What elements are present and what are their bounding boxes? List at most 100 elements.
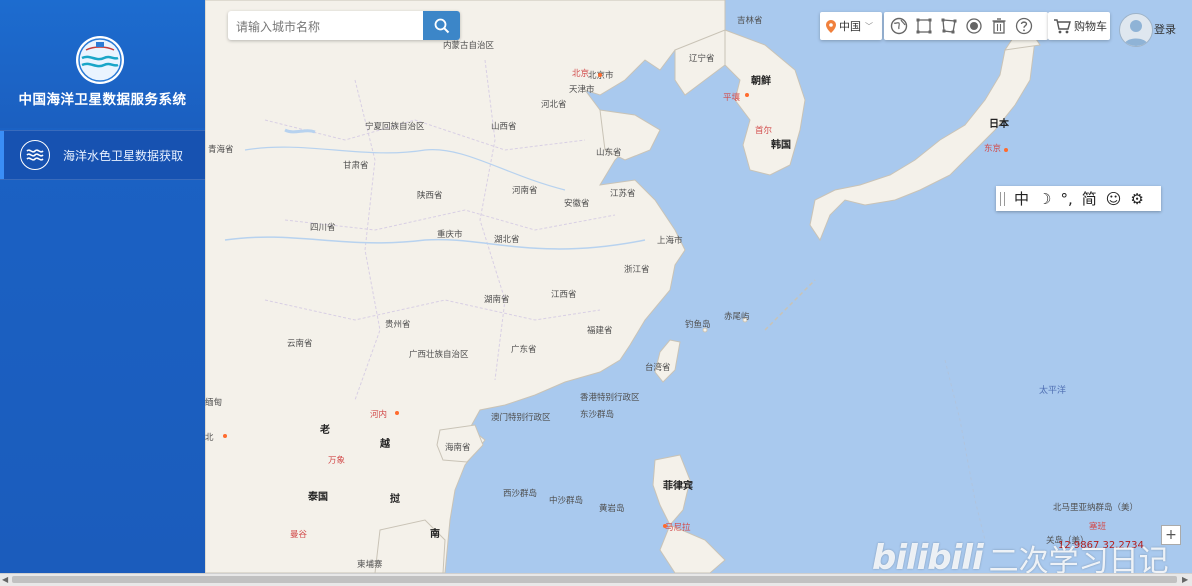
map-label: 四川省 — [310, 223, 336, 233]
map-label: 中沙群岛 — [549, 496, 584, 506]
scroll-left-icon[interactable]: ◀ — [2, 575, 8, 584]
ime-emoji-button[interactable]: ☺ — [1106, 190, 1122, 208]
map-label: 安徽省 — [564, 199, 590, 209]
polygon-select-button[interactable] — [938, 15, 960, 37]
ime-simplified-button[interactable]: 简 — [1082, 188, 1097, 209]
rectangle-select-button[interactable] — [913, 15, 935, 37]
map-label: 挝 — [390, 494, 400, 505]
map-label: 上海市 — [657, 236, 683, 246]
horizontal-scrollbar[interactable]: ◀ ▶ — [0, 573, 1192, 586]
ime-lang-button[interactable]: 中 — [1014, 188, 1029, 209]
map-label: 重庆市 — [437, 230, 463, 240]
map-label: 山东省 — [596, 148, 622, 158]
map-label: 塞班 — [1089, 522, 1107, 532]
map-label: 首尔 — [755, 126, 773, 136]
map-label: 平壤 — [723, 93, 741, 103]
satellite-globe-icon — [78, 38, 122, 82]
map-label: 辽宁省 — [689, 54, 715, 64]
ime-moon-button[interactable]: ☽ — [1038, 190, 1051, 208]
map-label: 云南省 — [287, 339, 313, 349]
search-icon — [434, 18, 449, 33]
cart-icon — [1054, 19, 1071, 34]
map-label: 宁夏回族自治区 — [365, 122, 425, 132]
map-label: 东沙群岛 — [580, 410, 615, 420]
app-title: 中国海洋卫星数据服务系统 — [18, 92, 187, 108]
scroll-right-icon[interactable]: ▶ — [1182, 575, 1188, 584]
polygon-select-icon — [941, 18, 957, 34]
map-label: 吉林省 — [737, 16, 763, 26]
map-label: 内蒙古自治区 — [443, 41, 495, 51]
map-label: 福建省 — [587, 326, 613, 336]
ime-toolbar: 中 ☽ °, 简 ☺ ⚙ — [996, 186, 1161, 211]
map-label: 北马里亚纳群岛（美） — [1053, 503, 1139, 513]
map-label: 越 — [380, 439, 390, 450]
city-dot — [663, 524, 667, 528]
map-label: 菲律宾 — [663, 481, 693, 492]
brand-header: 中国海洋卫星数据服务系统 — [0, 0, 205, 128]
region-label: 中国 — [839, 20, 861, 33]
map-label: 浙江省 — [624, 265, 650, 275]
chevron-down-icon: ﹀ — [865, 21, 873, 31]
ime-settings-button[interactable]: ⚙ — [1130, 190, 1143, 208]
map-label: 马尼拉 — [665, 523, 691, 533]
clear-button[interactable] — [988, 15, 1010, 37]
map-label: 江西省 — [551, 290, 577, 300]
map-label: 太平洋 — [1039, 386, 1067, 396]
map-label: 河北省 — [541, 100, 567, 110]
map-label: 缅甸 — [205, 398, 223, 408]
map-label: 海南省 — [445, 443, 471, 453]
city-search-input[interactable] — [228, 11, 433, 42]
search-button[interactable] — [423, 11, 460, 40]
map-label: 澳门特别行政区 — [491, 413, 551, 423]
avatar[interactable] — [1119, 13, 1153, 47]
shopping-cart-button[interactable]: 购物车 — [1048, 12, 1110, 40]
map-label: 青海省 — [208, 145, 234, 155]
map-label: 曼谷 — [290, 530, 308, 540]
map-canvas[interactable]: 吉林省 内蒙古自治区 辽宁省 北京 北京市 天津市 朝鲜 平壤 河北省 宁夏回族… — [205, 0, 1192, 573]
globe-button[interactable] — [888, 15, 910, 37]
map-label: 钓鱼岛 — [685, 320, 711, 330]
map-label: 江苏省 — [610, 189, 636, 199]
map-label: 朝鲜 — [751, 76, 771, 87]
login-link[interactable]: 登录 — [1154, 21, 1176, 37]
map-label: 泰国 — [308, 492, 328, 503]
city-dot — [745, 93, 749, 97]
watermark-brand: bilibili — [872, 538, 984, 578]
map-label: 东京 — [984, 144, 1002, 154]
ime-punct-button[interactable]: °, — [1060, 190, 1072, 208]
map-label: 山西省 — [491, 122, 517, 132]
help-button[interactable] — [1013, 15, 1035, 37]
scrollbar-thumb[interactable] — [12, 576, 1177, 583]
help-icon — [1015, 17, 1033, 35]
map-label: 甘肃省 — [343, 161, 369, 171]
rectangle-select-icon — [916, 18, 932, 34]
trash-icon — [992, 18, 1006, 34]
region-select[interactable]: 中国 ﹀ — [820, 12, 882, 40]
logo — [76, 36, 124, 84]
map-label: 黄岩岛 — [599, 504, 625, 514]
map-label: 南 — [430, 529, 440, 540]
map-label: 赤尾屿 — [724, 312, 750, 322]
map-label: 湖北省 — [494, 235, 520, 245]
map-label: 柬埔寨 — [357, 560, 383, 570]
map-label: 香港特别行政区 — [580, 393, 640, 403]
map-label: 广西壮族自治区 — [409, 350, 469, 360]
map-label: 湖南省 — [484, 295, 510, 305]
city-search — [228, 11, 460, 42]
map-label: 河南省 — [512, 186, 538, 196]
map-label: 韩国 — [771, 140, 791, 151]
point-select-icon — [966, 18, 982, 34]
map-label: 贵州省 — [385, 320, 411, 330]
map-background — [205, 0, 1192, 573]
city-dot — [223, 434, 227, 438]
point-select-button[interactable] — [963, 15, 985, 37]
user-icon — [1124, 20, 1148, 46]
menu-item-ocean-color-data[interactable]: 海洋水色卫星数据获取 — [0, 130, 205, 180]
map-label: 北京 — [572, 69, 590, 79]
sidebar: 中国海洋卫星数据服务系统 海洋水色卫星数据获取 — [0, 0, 205, 573]
city-dot — [395, 411, 399, 415]
drag-handle[interactable] — [1000, 191, 1005, 206]
map-label: 广东省 — [511, 345, 537, 355]
cart-label: 购物车 — [1074, 20, 1107, 33]
map-label: 西沙群岛 — [503, 489, 538, 499]
